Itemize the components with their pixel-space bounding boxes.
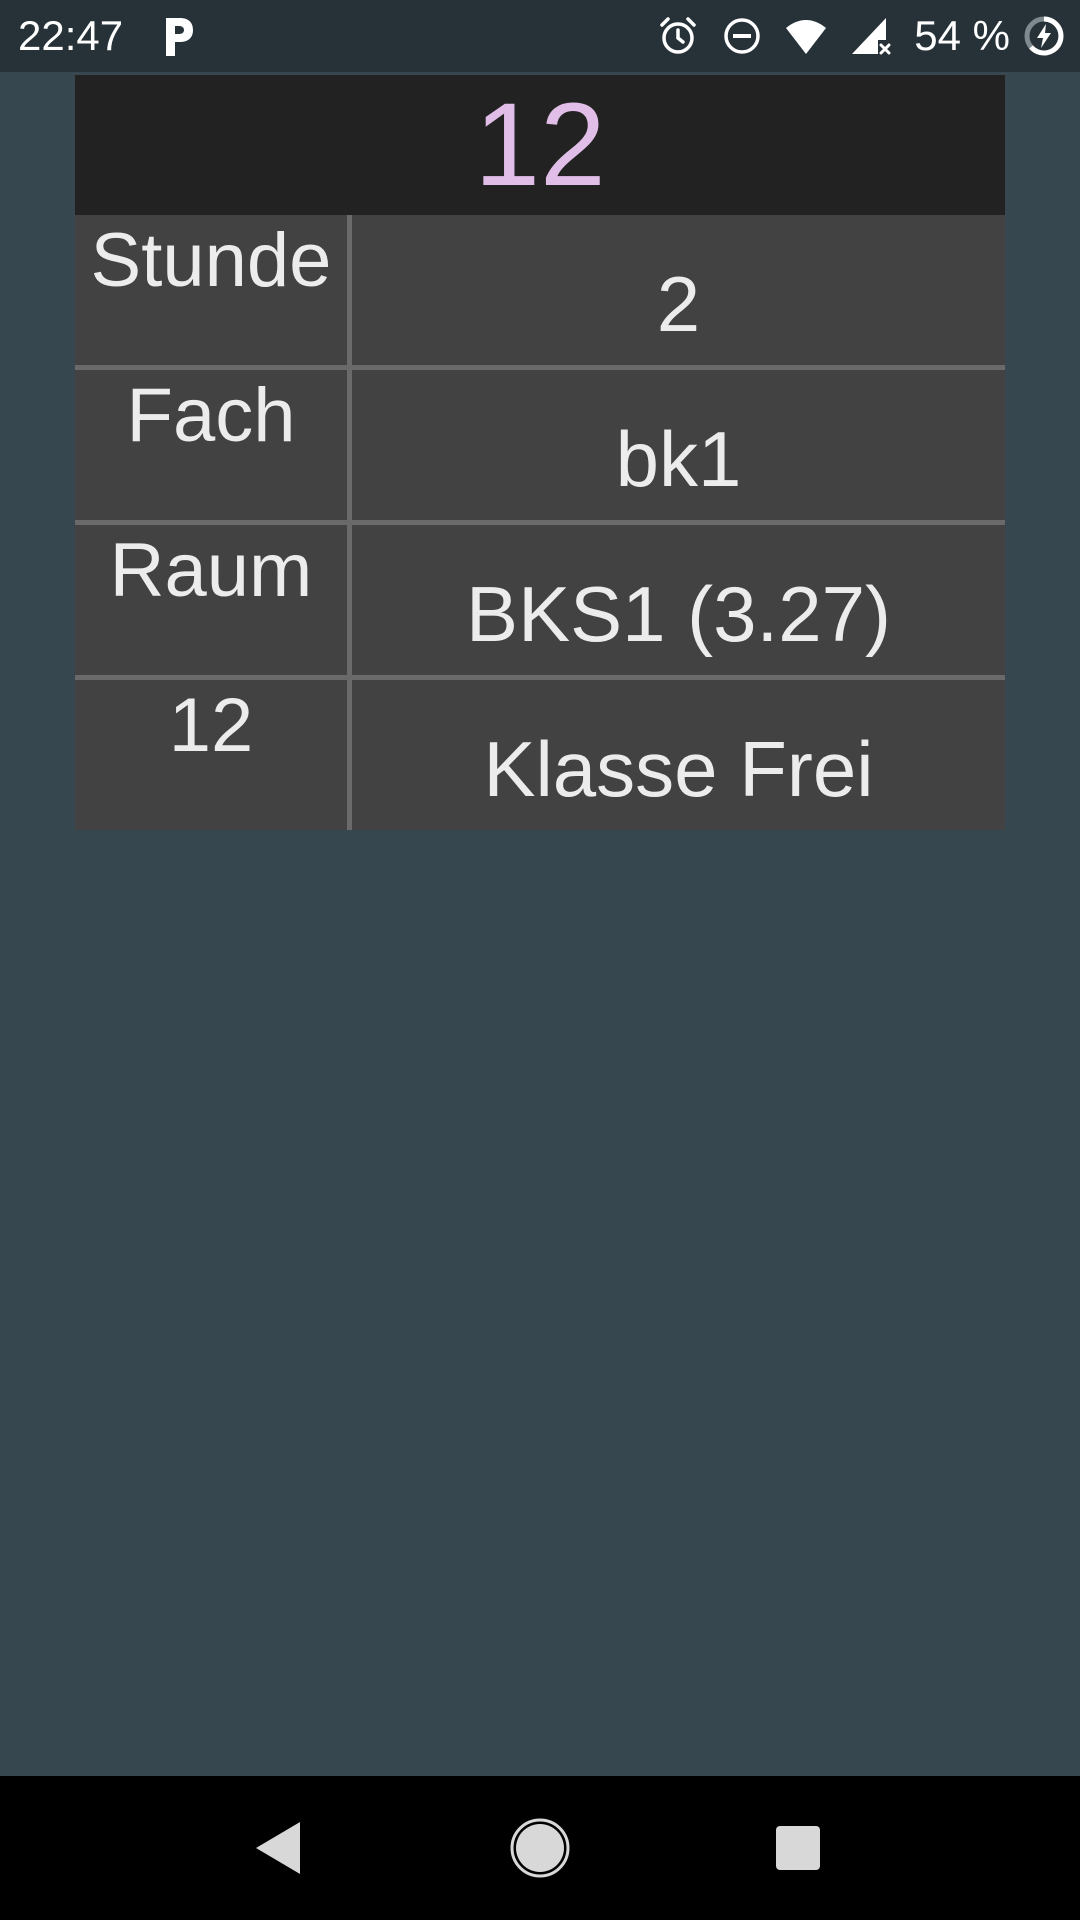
row-value: Klasse Frei [483,725,874,813]
alarm-icon [660,17,697,54]
table-row: Stunde 2 [75,215,1005,365]
home-icon[interactable] [508,1816,572,1880]
navigation-bar [0,1776,1080,1920]
table-row: 12 Klasse Frei [75,675,1005,830]
row-label: Fach [75,370,352,520]
status-time: 22:47 [18,12,124,59]
wifi-icon [786,20,827,54]
parking-p-icon [166,18,193,56]
table-row: Raum BKS1 (3.27) [75,520,1005,675]
battery-percent: 54 % [914,12,1010,59]
row-label: Stunde [75,215,352,365]
do-not-disturb-icon [724,18,761,54]
cellular-no-data-icon [852,18,891,55]
card-title: 12 [75,75,1005,215]
table-row: Fach bk1 [75,365,1005,520]
back-icon[interactable] [248,1816,312,1880]
row-value: BKS1 (3.27) [466,570,891,658]
recents-icon[interactable] [766,1816,830,1880]
row-value: 2 [656,260,701,348]
status-bar: 22:47 54 % [0,0,1080,72]
row-value: bk1 [615,415,742,503]
row-label: 12 [75,680,352,830]
battery-charging-icon [1024,16,1064,56]
status-icons: 54 % [636,12,1066,60]
row-label: Raum [75,525,352,675]
lesson-card: 12 Stunde 2 Fach bk1 Raum BKS1 (3.27) 12… [75,75,1005,830]
